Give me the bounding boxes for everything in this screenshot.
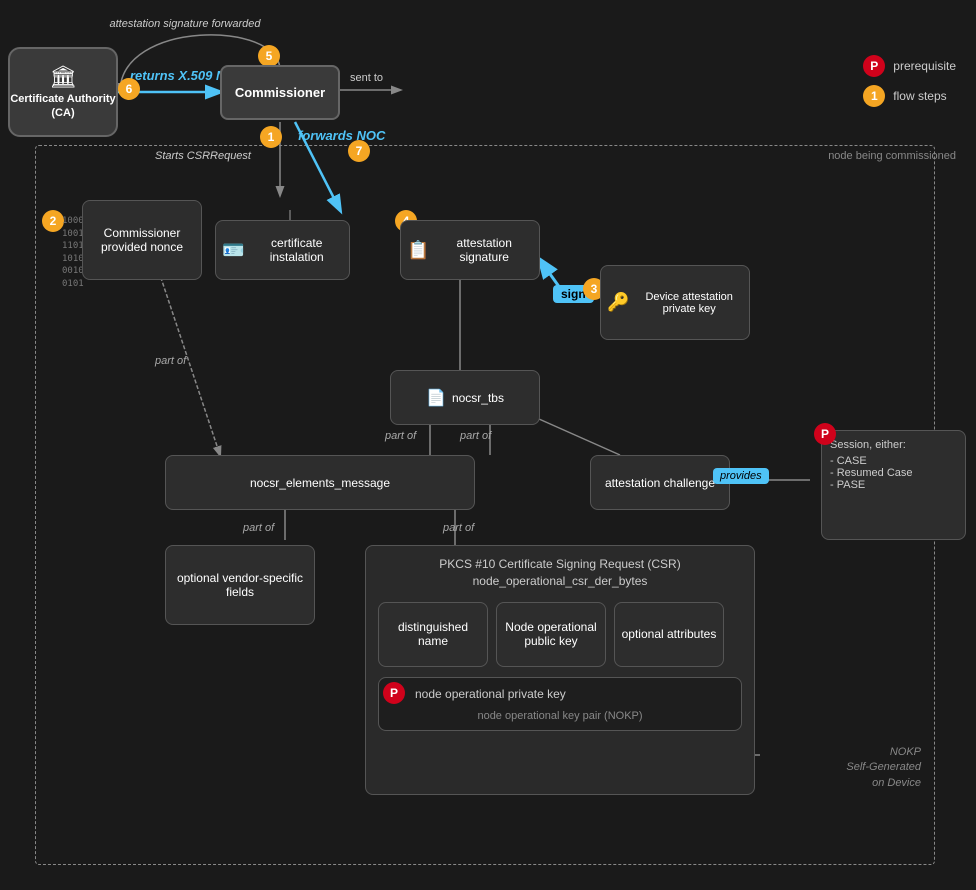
step-6-badge: 6 — [118, 78, 140, 100]
legend-prereq-badge: P — [863, 55, 885, 77]
prereq-nokp-badge: P — [383, 682, 405, 704]
node-op-pubkey-box: Node operational public key — [496, 602, 606, 667]
step-1-badge: 1 — [260, 126, 282, 148]
nocsr-elements-label: nocsr_elements_message — [250, 476, 390, 490]
csr-title: PKCS #10 Certificate Signing Request (CS… — [366, 546, 754, 594]
optional-vendor-label: optional vendor-specific fields — [172, 571, 308, 599]
legend-flow-badge: 1 — [863, 85, 885, 107]
legend-flow-label: flow steps — [893, 89, 946, 103]
step-7-badge: 7 — [348, 140, 370, 162]
attestation-sig-box: 📋 attestation signature — [400, 220, 540, 280]
session-box: P Session, either: - CASE - Resumed Case… — [821, 430, 966, 540]
attest-sig-label: attestation signature — [435, 236, 533, 264]
nokp-area: P node operational private key node oper… — [378, 677, 742, 732]
nocsr-tbs-box: 📄 nocsr_tbs — [390, 370, 540, 425]
step-5-badge: 5 — [258, 45, 280, 67]
legend-flow-step: 1 flow steps — [863, 85, 956, 107]
starts-csr-label: Starts CSRRequest — [155, 150, 251, 162]
cert-install-box: 🪪 certificate instalation — [215, 220, 350, 280]
session-title: Session, either: — [830, 439, 957, 451]
distinguished-name-box: distinguished name — [378, 602, 488, 667]
legend: P prerequisite 1 flow steps — [863, 55, 956, 115]
nokp-self-gen-label: NOKPSelf-Generatedon Device — [846, 745, 921, 791]
diagram: node being commissioned — [0, 0, 976, 890]
sent-to-label: sent to — [350, 72, 383, 84]
optional-vendor-box: optional vendor-specific fields — [165, 545, 315, 625]
binary-pattern: 100010011101101000100101 — [62, 215, 84, 291]
commissioner-nonce-box: Commissioner provided nonce — [82, 200, 202, 280]
part-of-vendor: part of — [243, 522, 274, 534]
attest-icon: 📋 — [407, 240, 429, 261]
commissioner-nonce-label: Commissioner provided nonce — [89, 226, 195, 254]
legend-prerequisite: P prerequisite — [863, 55, 956, 77]
session-case: - CASE — [830, 455, 957, 467]
cert-install-label: certificate instalation — [250, 236, 343, 264]
csr-box: PKCS #10 Certificate Signing Request (CS… — [365, 545, 755, 795]
node-op-privkey-label: node operational private key — [415, 686, 733, 703]
cert-install-icon: 🪪 — [222, 240, 244, 261]
commissioner-label: Commissioner — [235, 85, 325, 100]
key-icon: 🔑 — [607, 292, 629, 313]
attest-challenge-label: attestation challenge — [605, 476, 715, 490]
nokp-area-label: node operational key pair (NOKP) — [387, 710, 733, 722]
provides-label: provides — [713, 468, 769, 484]
part-of-csr: part of — [443, 522, 474, 534]
forwards-noc-label: forwards NOC — [298, 128, 385, 144]
device-attest-label: Device attestation private key — [635, 291, 743, 315]
commissioner-box: Commissioner — [220, 65, 340, 120]
session-pase: - PASE — [830, 479, 957, 491]
nocsr-elements-box: nocsr_elements_message — [165, 455, 475, 510]
attest-challenge-box: attestation challenge — [590, 455, 730, 510]
part-of-2: part of — [460, 430, 491, 442]
optional-attrs-box: optional attributes — [614, 602, 724, 667]
csr-fields-row: distinguished name Node operational publ… — [366, 602, 754, 667]
prereq-session-badge: P — [814, 423, 836, 445]
session-resumed: - Resumed Case — [830, 467, 957, 479]
device-attest-box: 🔑 Device attestation private key — [600, 265, 750, 340]
step-2-badge: 2 — [42, 210, 64, 232]
attest-sig-fwd-label: attestation signature forwarded — [105, 18, 265, 30]
doc-icon: 📄 — [426, 388, 446, 408]
part-of-nonce: part of — [155, 355, 186, 367]
nocsr-tbs-label: nocsr_tbs — [452, 391, 504, 405]
ca-label: Certificate Authority (CA) — [10, 92, 116, 121]
ca-box: 🏛 Certificate Authority (CA) — [8, 47, 118, 137]
legend-prereq-label: prerequisite — [893, 59, 956, 73]
bank-icon: 🏛 — [49, 64, 77, 90]
region-label: node being commissioned — [828, 150, 956, 162]
part-of-1: part of — [385, 430, 416, 442]
